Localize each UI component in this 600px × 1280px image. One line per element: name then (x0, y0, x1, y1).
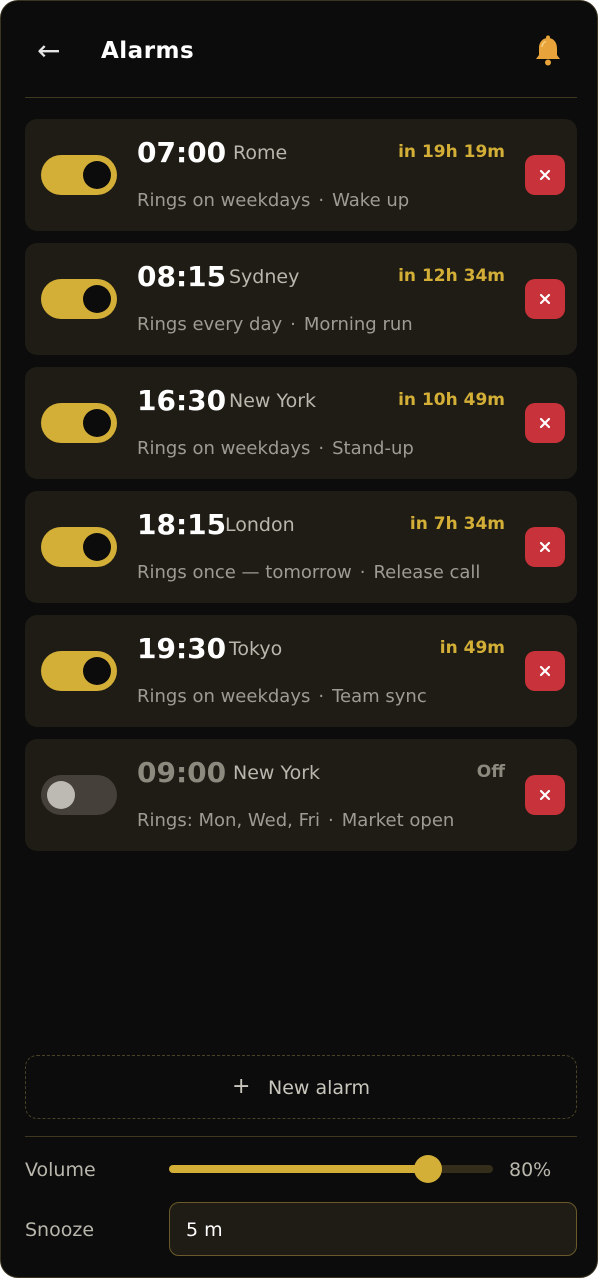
alarm-description: Rings once — tomorrow · Release call (137, 559, 480, 587)
alarm-label: Wake up (332, 190, 410, 211)
alarm-city: Rome (233, 142, 288, 164)
header: ← Alarms (1, 1, 597, 97)
alarm-repeat: Rings: Mon, Wed, Fri (137, 810, 321, 831)
alarm-card[interactable]: 07:00 Rome in 19h 19m Rings on weekdays ·… (25, 119, 577, 231)
delete-alarm-button[interactable] (525, 651, 565, 691)
bell-icon[interactable] (531, 34, 565, 68)
plus-icon: + (232, 1074, 251, 1099)
alarm-label: Release call (373, 562, 481, 583)
close-icon (539, 789, 551, 801)
page-title: Alarms (101, 38, 195, 64)
close-icon (539, 417, 551, 429)
alarm-city: New York (229, 390, 317, 412)
alarm-list: 07:00 Rome in 19h 19m Rings on weekdays ·… (25, 119, 577, 863)
alarm-toggle[interactable] (41, 527, 117, 567)
volume-label: Volume (25, 1159, 96, 1181)
alarm-toggle[interactable] (41, 155, 117, 195)
alarm-time: 19:30 (137, 632, 227, 665)
alarm-toggle[interactable] (41, 651, 117, 691)
separator: · (318, 686, 325, 707)
toggle-knob (83, 161, 111, 189)
toggle-knob (47, 781, 75, 809)
alarm-city: New York (233, 762, 321, 784)
alarm-card[interactable]: 08:15 Sydney in 12h 34m Rings every day ·… (25, 243, 577, 355)
toggle-knob (83, 285, 111, 313)
close-icon (539, 169, 551, 181)
alarm-toggle[interactable] (41, 403, 117, 443)
alarm-label: Stand-up (332, 438, 414, 459)
toggle-knob (83, 533, 111, 561)
alarm-time: 16:30 (137, 384, 227, 417)
alarm-countdown: in 12h 34m (398, 266, 505, 286)
alarm-description: Rings on weekdays · Stand-up (137, 435, 414, 463)
alarm-countdown: in 10h 49m (398, 390, 505, 410)
alarm-card[interactable]: 09:00 New York Off Rings: Mon, Wed, Fri ·… (25, 739, 577, 851)
new-alarm-button[interactable]: + New alarm (25, 1055, 577, 1119)
alarm-time: 18:15 (137, 508, 227, 541)
alarm-label: Team sync (332, 686, 427, 707)
alarms-screen: ← Alarms 07:00 Rome in 19h 19m Rings on … (0, 0, 598, 1278)
alarm-repeat: Rings once — tomorrow (137, 562, 352, 583)
alarm-repeat: Rings on weekdays (137, 190, 311, 211)
alarm-countdown: Off (476, 762, 505, 782)
alarm-description: Rings on weekdays · Team sync (137, 683, 427, 711)
separator: · (328, 810, 334, 831)
snooze-label: Snooze (25, 1219, 95, 1241)
volume-value: 80% (509, 1159, 552, 1181)
close-icon (539, 665, 551, 677)
delete-alarm-button[interactable] (525, 527, 565, 567)
volume-slider-fill (169, 1165, 429, 1173)
alarm-label: Market open (341, 810, 455, 831)
close-icon (539, 541, 551, 553)
alarm-description: Rings every day · Morning run (137, 311, 413, 339)
alarm-card[interactable]: 16:30 New York in 10h 49m Rings on weekd… (25, 367, 577, 479)
alarm-countdown: in 19h 19m (398, 142, 505, 162)
alarm-card[interactable]: 18:15 London in 7h 34m Rings once — tomo… (25, 491, 577, 603)
alarm-toggle[interactable] (41, 775, 117, 815)
alarm-card[interactable]: 19:30 Tokyo in 49m Rings on weekdays · Tea… (25, 615, 577, 727)
alarm-repeat: Rings on weekdays (137, 438, 311, 459)
arrow-left-icon[interactable]: ← (37, 31, 67, 71)
header-divider (25, 97, 577, 98)
toggle-knob (83, 409, 111, 437)
alarm-time: 09:00 (137, 756, 227, 789)
delete-alarm-button[interactable] (525, 403, 565, 443)
delete-alarm-button[interactable] (525, 155, 565, 195)
close-icon (539, 293, 551, 305)
alarm-repeat: Rings on weekdays (137, 686, 311, 707)
alarm-toggle[interactable] (41, 279, 117, 319)
separator: · (359, 562, 366, 583)
alarm-city: Tokyo (229, 638, 283, 660)
snooze-input[interactable] (186, 1215, 556, 1245)
alarm-label: Morning run (303, 314, 413, 335)
alarm-repeat: Rings every day (137, 314, 283, 335)
alarm-description: Rings on weekdays · Wake up (137, 187, 409, 215)
alarm-time: 07:00 (137, 136, 227, 169)
delete-alarm-button[interactable] (525, 279, 565, 319)
footer-divider (25, 1136, 577, 1137)
alarm-time: 08:15 (137, 260, 227, 293)
volume-slider-thumb[interactable] (414, 1155, 443, 1183)
separator: · (318, 190, 325, 211)
separator: · (318, 438, 325, 459)
delete-alarm-button[interactable] (525, 775, 565, 815)
alarm-city: Sydney (229, 266, 300, 288)
alarm-countdown: in 7h 34m (409, 514, 505, 534)
toggle-knob (83, 657, 111, 685)
alarm-description: Rings: Mon, Wed, Fri · Market open (137, 807, 454, 835)
volume-slider[interactable] (169, 1155, 493, 1183)
new-alarm-label: New alarm (268, 1077, 371, 1099)
alarm-city: London (225, 514, 295, 536)
separator: · (290, 314, 296, 335)
alarm-countdown: in 49m (439, 638, 505, 658)
snooze-field[interactable] (169, 1202, 577, 1256)
